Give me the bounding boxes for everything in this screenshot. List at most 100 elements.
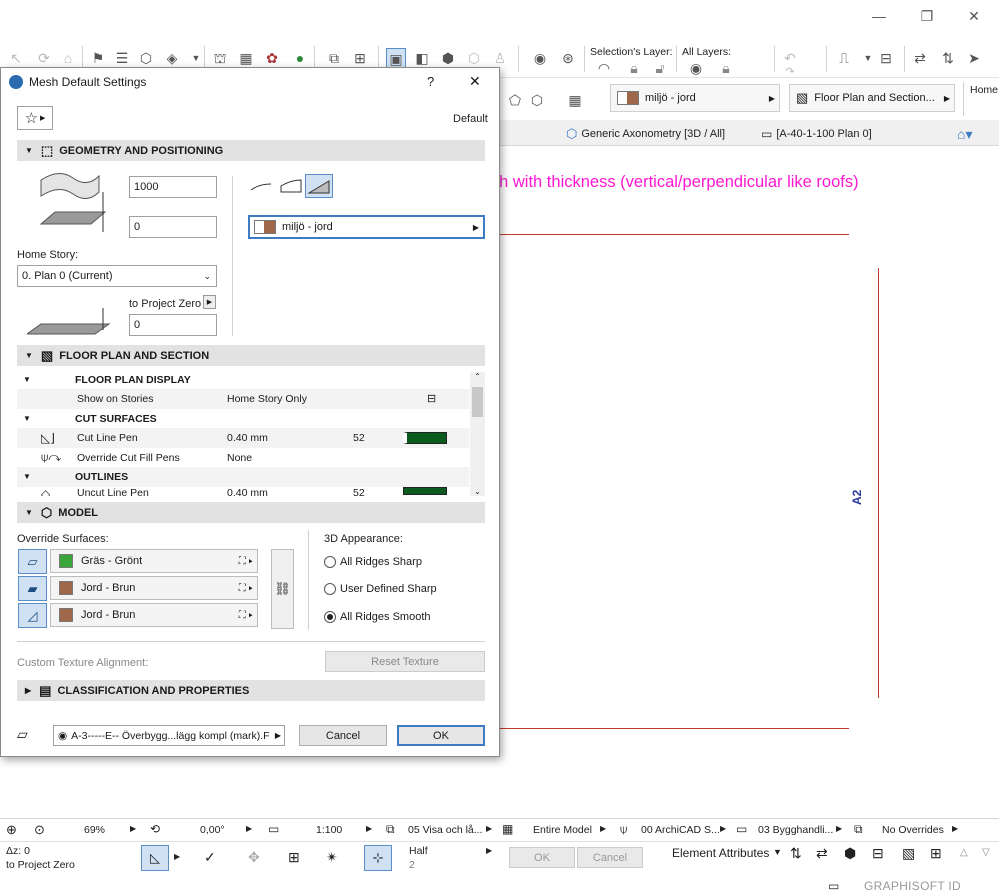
layer-eye-icon[interactable]: ⊛ [558, 48, 578, 68]
mesh-thickness-icon[interactable] [305, 174, 333, 198]
tab-plan[interactable]: ▭ [A-40-1-100 Plan 0] [761, 123, 872, 145]
floor-plan-display-group[interactable]: ▼ FLOOR PLAN DISPLAY [17, 370, 469, 390]
reference-arrow-button[interactable]: ▶ [203, 295, 216, 309]
house-icon[interactable]: ⌂ [58, 48, 78, 68]
outlines-group[interactable]: ▼ OUTLINES [17, 467, 469, 487]
mesh-box-icon[interactable]: ⬡ [527, 90, 547, 110]
material-picker[interactable]: miljö - jord ▶ [610, 84, 780, 112]
table-scrollbar[interactable]: ⌃ ⌄ [470, 372, 485, 496]
tab-3d[interactable]: ⬡ Generic Axonometry [3D / All] [566, 123, 725, 145]
magic-wand-icon[interactable]: ✴ [326, 849, 338, 866]
project-zero-input[interactable]: 0 [129, 314, 217, 336]
section-marker[interactable]: A2 [850, 485, 880, 505]
building-icon[interactable]: ⛫ [210, 48, 230, 68]
zoom-value[interactable]: 69% [84, 824, 105, 836]
navigator-icon[interactable]: ⌂▾ [957, 123, 972, 145]
pen-set-value[interactable]: 00 ArchiCAD S... [641, 824, 720, 836]
chevron-right-icon[interactable]: ▶ [486, 824, 492, 833]
surface-picker-bottom[interactable]: Jord - Brun ⛶ ▸ [50, 603, 258, 627]
override-cut-row[interactable]: ⍦↷ Override Cut Fill Pens None [17, 448, 469, 468]
view-picker[interactable]: ▧ Floor Plan and Section... ▶ [789, 84, 955, 112]
show-on-stories-row[interactable]: Show on Stories Home Story Only ⊟ [17, 389, 469, 409]
scroll-up-icon[interactable]: △ [960, 847, 968, 858]
fill-icon[interactable]: ◈ [162, 48, 182, 68]
grid-icon[interactable]: ⊞ [350, 48, 370, 68]
mesh-height-input[interactable]: 1000 [129, 176, 217, 198]
grid-tool-icon[interactable]: ⊞ [930, 845, 942, 862]
section-icon[interactable]: ◧ [412, 48, 432, 68]
chevron-down-icon[interactable]: ▼ [773, 847, 782, 857]
radio-all-ridges-smooth[interactable]: All Ridges Smooth [324, 611, 431, 623]
surface-picker-top[interactable]: Gräs - Grönt ⛶ ▸ [50, 549, 258, 573]
arrow-icon[interactable]: ↖ [6, 48, 26, 68]
scale-value[interactable]: 1:100 [316, 824, 342, 836]
3d-box-icon[interactable]: ⬢ [438, 48, 458, 68]
drawing-canvas[interactable]: A2 [499, 146, 999, 806]
walk-icon[interactable]: ♙ [490, 48, 510, 68]
view-setting[interactable]: 05 Visa och lå... [408, 824, 483, 836]
surface-icon[interactable]: ⬢ [844, 845, 856, 862]
chevron-right-icon[interactable]: ▶ [952, 824, 958, 833]
status-ok-button[interactable]: OK [509, 847, 575, 868]
element-attributes-dropdown[interactable]: Element Attributes [672, 846, 769, 860]
all-layers-eye-icon[interactable]: ◉ [686, 58, 706, 78]
reset-texture-button[interactable]: Reset Texture [325, 651, 485, 672]
rotate-view-icon[interactable]: ⟲ [150, 822, 160, 836]
restore-icon[interactable]: ❐ [917, 6, 937, 26]
stack-icon[interactable]: ⧉ [324, 48, 344, 68]
object-icon[interactable]: ⬡ [136, 48, 156, 68]
chair-icon[interactable]: ⎍ [834, 48, 854, 68]
uncut-line-pen-row[interactable]: ◇ Uncut Line Pen 0.40 mm 52 [17, 487, 469, 496]
status-cancel-button[interactable]: Cancel [577, 847, 643, 868]
mesh-shape-icon[interactable]: ⬠ [505, 90, 525, 110]
radio-user-defined-sharp[interactable]: User Defined Sharp [324, 583, 437, 595]
chevron-right-icon[interactable]: ▶ [174, 852, 180, 861]
model-section-header[interactable]: ▼ ⬡ MODEL [17, 502, 485, 523]
send-icon[interactable]: ➤ [964, 48, 984, 68]
grid-snap-icon[interactable]: ⊞ [288, 849, 300, 866]
classification-section-header[interactable]: ▶ ▤ CLASSIFICATION AND PROPERTIES [17, 680, 485, 701]
chevron-right-icon[interactable]: ▶ [600, 824, 606, 833]
side-surface-icon[interactable]: ▰ [18, 576, 47, 601]
favorites-button[interactable]: ☆ ▶ [17, 106, 53, 130]
teamwork-icon[interactable]: ⇄ [910, 48, 930, 68]
geometry-material-picker[interactable]: miljö - jord ▶ [248, 215, 485, 239]
move-icon[interactable]: ✥ [248, 849, 260, 866]
zoom-fit-icon[interactable]: ⊙ [34, 822, 45, 838]
library-icon[interactable]: ▦ [236, 48, 256, 68]
eye-icon[interactable]: ◉ [530, 48, 550, 68]
chair-dropdown-icon[interactable]: ▼ [858, 48, 878, 68]
geometry-section-header[interactable]: ▼ ⬚ GEOMETRY AND POSITIONING [17, 140, 485, 161]
molecule-icon[interactable]: ✿ [262, 48, 282, 68]
home-story-select[interactable]: 0. Plan 0 (Current) ⌄ [17, 265, 217, 287]
help-button[interactable]: ? [427, 74, 434, 89]
rotate-icon[interactable]: ⟳ [34, 48, 54, 68]
wall-icon[interactable]: ⊟ [872, 845, 884, 862]
flag-icon[interactable]: ⚑ [88, 48, 108, 68]
bottom-surface-icon[interactable]: ◿ [18, 603, 47, 628]
stair-icon[interactable]: ⊟ [876, 48, 896, 68]
layer-visibility-icon[interactable]: ◠ [594, 58, 614, 78]
lock-open-icon[interactable]: 🔓︎ [650, 58, 670, 78]
hatch-tool-icon[interactable]: ▧ [902, 845, 915, 862]
chevron-down-icon[interactable]: ▼ [186, 48, 206, 68]
minimize-icon[interactable]: — [869, 6, 889, 26]
check-snap-icon[interactable]: ✓ [204, 849, 216, 866]
chevron-right-icon[interactable]: ▶ [366, 824, 372, 833]
chevron-right-icon[interactable]: ▶ [486, 846, 492, 855]
cancel-button[interactable]: Cancel [299, 725, 387, 746]
publish-icon[interactable]: ⇅ [938, 48, 958, 68]
all-lock-icon[interactable]: 🔒︎ [716, 58, 736, 78]
close-button[interactable]: ✕ [469, 73, 481, 90]
surface-picker-side[interactable]: Jord - Brun ⛶ ▸ [50, 576, 258, 600]
render-icon[interactable]: ⬡ [464, 48, 484, 68]
cut-surfaces-group[interactable]: ▼ CUT SURFACES [17, 409, 469, 429]
radio-all-ridges-sharp[interactable]: All Ridges Sharp [324, 556, 422, 568]
dimension-value[interactable]: 03 Bygghandli... [758, 824, 833, 836]
chevron-right-icon[interactable]: ▶ [246, 824, 252, 833]
inject-icon[interactable]: ⇄ [816, 845, 828, 862]
cut-line-pen-row[interactable]: ◺⌋ Cut Line Pen 0.40 mm 52 [17, 428, 469, 448]
lock-icon[interactable]: 🔒︎ [624, 58, 644, 78]
layer-picker[interactable]: ◉ A-3-----E-- Överbygg...lägg kompl (mar… [53, 725, 285, 746]
zoom-in-icon[interactable]: ⊕ [6, 822, 17, 838]
